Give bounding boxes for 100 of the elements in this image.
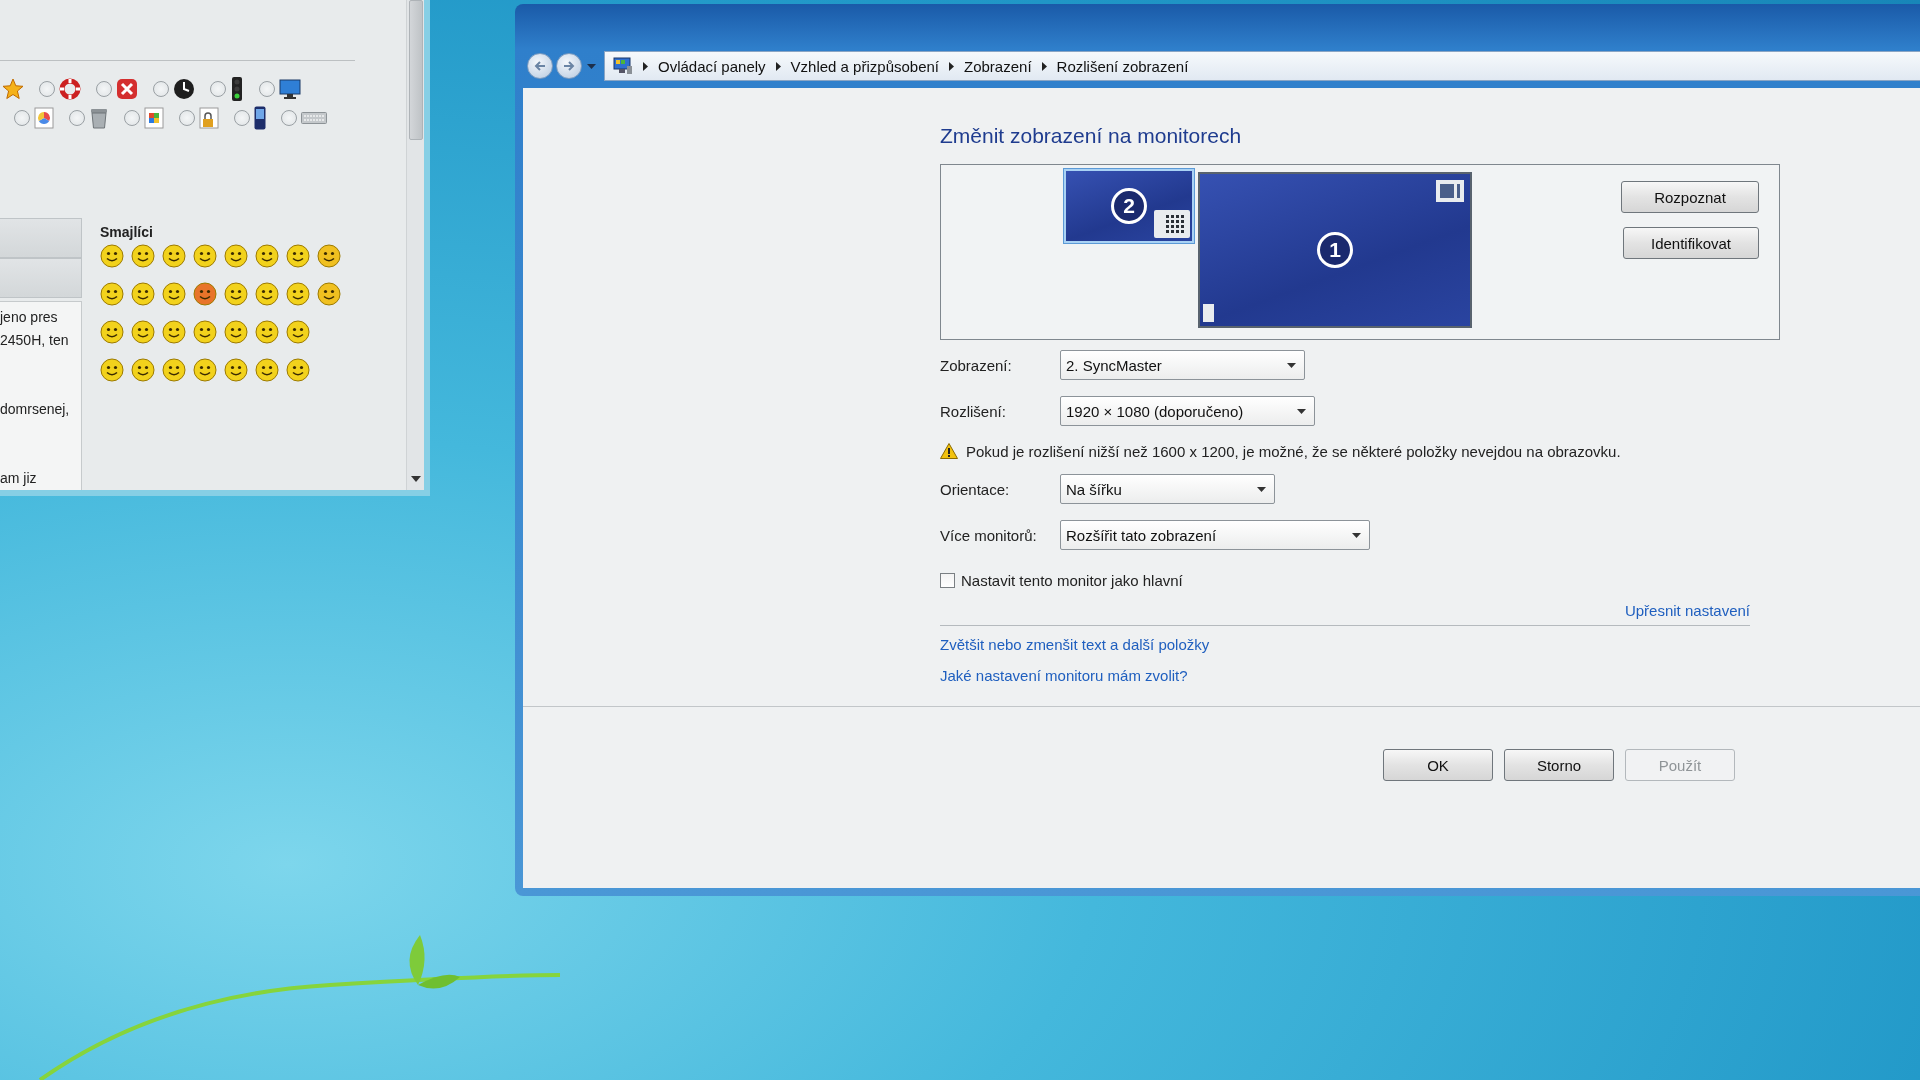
dropdown[interactable]: Rozšířit tato zobrazení [1060,520,1370,550]
section-title: Smajlíci [100,224,154,240]
caret-icon [586,63,596,69]
dialog-button[interactable]: OK [1383,749,1493,781]
radio-button[interactable] [210,81,226,97]
smiley-icon [131,320,155,344]
keypad-icon [1154,210,1190,238]
smiley-icon [131,358,155,382]
radio-button[interactable] [124,110,140,126]
monitor-icon [279,79,301,99]
dialog-button[interactable]: Identifikovat [1623,227,1759,259]
checkbox[interactable] [940,572,955,588]
dialog-button[interactable]: Rozpoznat [1621,181,1759,213]
breadcrumb-arrow-icon [949,61,954,71]
dropdown[interactable]: Na šířku [1060,474,1275,504]
smiley-icon [286,244,310,268]
lock-icon [199,107,219,129]
dropdown[interactable]: 1920 × 1080 (doporučeno) [1060,396,1315,426]
smiley-icon [286,282,310,306]
caret-icon [1257,486,1266,492]
smiley-icon [162,244,186,268]
breadcrumb-item[interactable]: Rozlišení zobrazení [1056,57,1189,75]
smiley-icon [255,244,279,268]
back-button[interactable] [527,53,553,79]
scroll-down-arrow-icon [410,476,421,482]
smiley-icon [131,244,155,268]
smiley-icon [255,282,279,306]
warning-icon [940,443,958,459]
smiley-icon [255,320,279,344]
computer-icon [613,57,633,75]
caret-icon [1287,362,1296,368]
dialog-button[interactable]: Storno [1504,749,1614,781]
smiley-icon [193,244,217,268]
smiley-icon [100,282,124,306]
radio-button[interactable] [179,110,195,126]
window-icon [1436,180,1464,202]
smiley-icon [193,358,217,382]
color-wheel-icon [34,107,54,129]
breadcrumb-item[interactable]: Vzhled a přizpůsobení [790,57,939,75]
smiley-icon [286,358,310,382]
radio-button[interactable] [14,110,30,126]
phone-icon [254,106,266,130]
address-bar[interactable]: Ovládací panely Vzhled a přizpůsobení Zobrazení Rozlišení zobrazení [604,51,1920,81]
flag-document-icon [144,107,164,129]
smiley-icon [286,320,310,344]
forward-arrow-icon [562,59,576,73]
smiley-icon [100,320,124,344]
smiley-icon [162,358,186,382]
advanced-settings-link[interactable]: Upřesnit nastavení [1624,602,1750,619]
radio-button[interactable] [259,81,275,97]
help-link[interactable]: Zvětšit nebo zmenšit text a další položky [940,636,1210,653]
star-icon [2,78,24,100]
smiley-icon [224,244,248,268]
radio-button[interactable] [39,81,55,97]
dropdown[interactable]: 2. SyncMaster [1060,350,1305,380]
text-line: am jiz [0,469,38,488]
radio-button[interactable] [281,110,297,126]
text-line: 2450H, ten [0,331,70,350]
clock-icon [173,78,195,100]
smiley-icon [317,244,341,268]
breadcrumb-arrow-icon [775,61,781,71]
radio-button[interactable] [96,81,112,97]
forward-button[interactable] [556,53,582,79]
field-label: Orientace: [940,480,1011,498]
keyboard-icon [301,112,327,124]
close-icon [116,78,138,100]
breadcrumb-item[interactable]: Ovládací panely [658,57,766,75]
checkbox-label: Nastavit tento monitor jako hlavní [961,571,1183,589]
smiley-icon [162,320,186,344]
trash-icon [89,107,109,129]
smiley-icon [255,358,279,382]
smiley-icon [131,282,155,306]
radio-button[interactable] [153,81,169,97]
scrollbar-thumb[interactable] [408,0,423,140]
smiley-icon [100,358,124,382]
radio-button[interactable] [234,110,250,126]
smiley-icon [224,320,248,344]
breadcrumb-arrow-icon [643,61,648,71]
text-line: jeno pres [0,308,59,327]
smiley-icon [193,282,217,306]
page-heading: Změnit zobrazení na monitorech [940,124,1243,148]
smiley-icon [224,282,248,306]
scrollbar[interactable] [406,0,424,490]
smiley-icon [193,320,217,344]
lifebuoy-icon [59,78,81,100]
monitor-tile[interactable]: 1 [1198,172,1472,328]
text-line: domrsenej, [0,400,71,419]
smiley-icon [317,282,341,306]
caret-icon [1352,532,1361,538]
corner-marker-icon [1203,304,1214,322]
smiley-icon [162,282,186,306]
smiley-icon [100,244,124,268]
smiley-icon [224,358,248,382]
radio-button[interactable] [69,110,85,126]
help-link[interactable]: Jaké nastavení monitoru mám zvolit? [940,667,1188,684]
traffic-light-icon [230,77,244,101]
breadcrumb-item[interactable]: Zobrazení [964,57,1032,75]
monitor-tile[interactable]: 2 [1064,169,1194,243]
monitor-number: 2 [1111,188,1147,224]
warning-text: Pokud je rozlišení nižší než 1600 x 1200, je možné, že se některé položky nevejdou na obrazovku. [966,442,1621,460]
